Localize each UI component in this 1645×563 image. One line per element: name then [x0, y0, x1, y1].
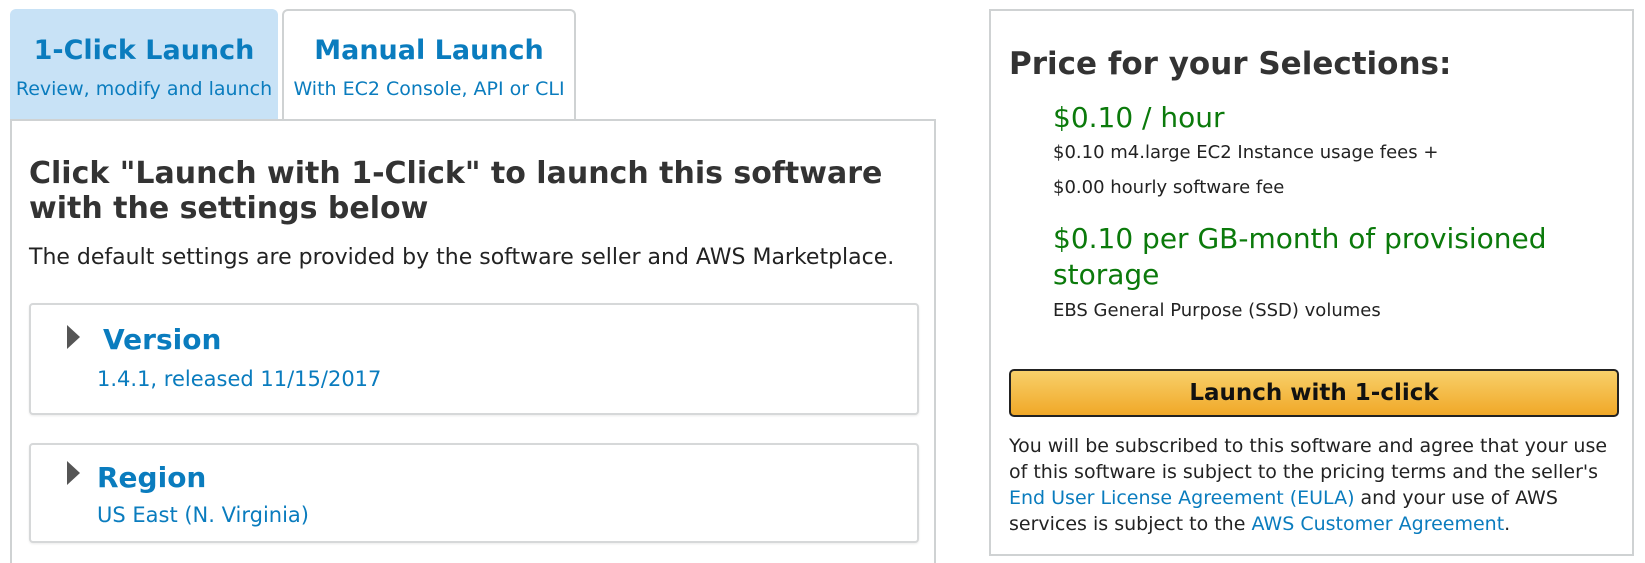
version-value[interactable]: 1.4.1, released 11/15/2017: [97, 367, 381, 391]
instance-fee: $0.10 m4.large EC2 Instance usage fees +: [1053, 142, 1439, 163]
software-fee: $0.00 hourly software fee: [1053, 177, 1285, 198]
eula-link[interactable]: End User License Agreement (EULA): [1009, 487, 1354, 509]
launch-settings-panel: Click "Launch with 1-Click" to launch th…: [10, 119, 936, 563]
storage-price: $0.10 per GB-month of provisioned storag…: [1053, 222, 1547, 291]
subscription-terms: You will be subscribed to this software …: [1009, 433, 1619, 537]
version-label[interactable]: Version: [103, 323, 221, 356]
region-value[interactable]: US East (N. Virginia): [97, 503, 309, 527]
price-heading: Price for your Selections:: [1009, 46, 1452, 82]
tab-manual-launch[interactable]: Manual Launch With EC2 Console, API or C…: [282, 9, 576, 121]
region-label[interactable]: Region: [97, 461, 206, 494]
caret-right-icon[interactable]: [67, 461, 80, 485]
price-panel: Price for your Selections: $0.10 / hour …: [989, 9, 1634, 556]
region-section[interactable]: Region US East (N. Virginia): [29, 443, 919, 543]
caret-right-icon[interactable]: [67, 325, 80, 349]
launch-with-1-click-button[interactable]: Launch with 1-click: [1009, 369, 1619, 417]
settings-description: The default settings are provided by the…: [29, 245, 895, 270]
tab-subtitle: With EC2 Console, API or CLI: [293, 78, 565, 100]
customer-agreement-link[interactable]: AWS Customer Agreement: [1251, 513, 1504, 535]
tab-subtitle: Review, modify and launch: [15, 78, 273, 100]
version-section[interactable]: Version 1.4.1, released 11/15/2017: [29, 303, 919, 415]
hourly-price: $0.10 / hour: [1053, 101, 1225, 134]
terms-text: You will be subscribed to this software …: [1009, 435, 1608, 483]
storage-type: EBS General Purpose (SSD) volumes: [1053, 300, 1381, 321]
tab-title: Manual Launch: [314, 35, 544, 66]
tab-title: 1-Click Launch: [33, 35, 255, 66]
terms-end: .: [1504, 513, 1511, 535]
page-title: Click "Launch with 1-Click" to launch th…: [29, 156, 883, 226]
tab-1-click-launch[interactable]: 1-Click Launch Review, modify and launch: [10, 9, 278, 119]
